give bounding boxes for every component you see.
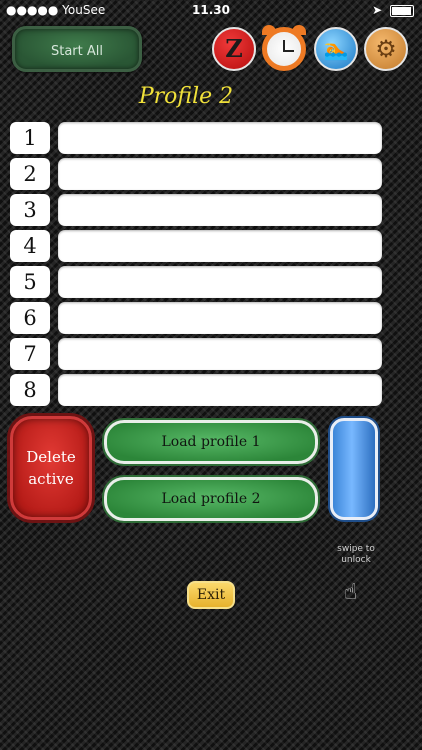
row-text-field[interactable] [58,374,382,406]
profile-row: 2 [10,158,382,190]
row-text-field[interactable] [58,158,382,190]
row-text-field[interactable] [58,266,382,298]
swimmer-icon: 🏊 [323,37,349,61]
clock: 11.30 [192,3,230,17]
profile-row: 7 [10,338,382,370]
red-z-icon: Z [225,34,243,63]
row-number: 4 [10,230,50,262]
profile-row: 3 [10,194,382,226]
row-number: 8 [10,374,50,406]
location-arrow-icon: ➤ [372,3,383,17]
delete-active-label: Delete active [26,446,75,490]
profile-title: Profile 2 [138,84,234,109]
row-number: 1 [10,122,50,154]
load-profile-1-button[interactable]: Load profile 1 [104,420,318,464]
delete-active-button[interactable]: Delete active [10,416,92,520]
status-right: ➤ [372,3,414,17]
battery-icon [390,4,414,17]
alarm-clock-button[interactable] [262,27,306,71]
profile-row: 4 [10,230,382,262]
row-number: 7 [10,338,50,370]
load-profile-2-button[interactable]: Load profile 2 [104,477,318,521]
row-text-field[interactable] [58,338,382,370]
exit-button[interactable]: Exit [187,581,235,609]
profile-row: 5 [10,266,382,298]
delete-label-line2: active [28,470,74,488]
gear-icon: ⚙ [375,35,397,63]
row-text-field[interactable] [58,122,382,154]
red-z-button[interactable]: Z [212,27,256,71]
status-bar: ●●●●● YouSee 11.30 ➤ [0,0,422,20]
row-text-field[interactable] [58,194,382,226]
swimmer-button[interactable]: 🏊 [314,27,358,71]
settings-button[interactable]: ⚙ [364,27,408,71]
row-number: 2 [10,158,50,190]
row-number: 6 [10,302,50,334]
swipe-slider[interactable] [330,418,378,520]
row-number: 3 [10,194,50,226]
row-text-field[interactable] [58,302,382,334]
delete-label-line1: Delete [26,448,76,466]
start-all-button[interactable]: Start All [12,26,142,72]
profile-row: 1 [10,122,382,154]
row-text-field[interactable] [58,230,382,262]
profile-row: 8 [10,374,382,406]
clock-minute-hand [284,50,294,52]
swipe-hint: swipe to unlock [337,544,375,565]
profile-row: 6 [10,302,382,334]
pointing-hand-icon: ☝ [344,580,358,605]
row-number: 5 [10,266,50,298]
